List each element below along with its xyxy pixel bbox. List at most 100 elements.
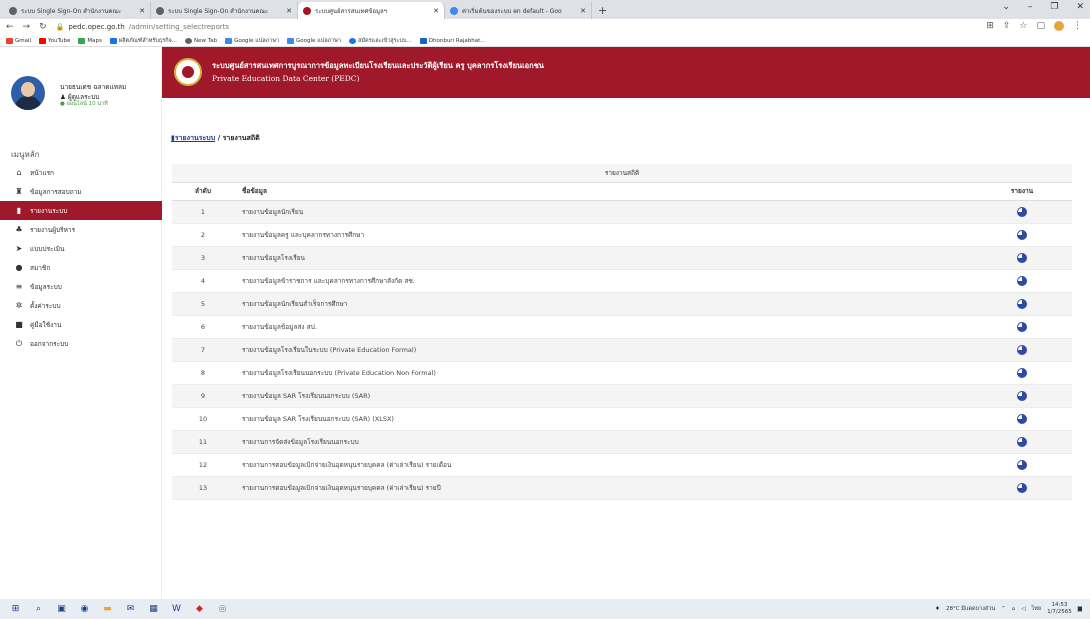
notifications-icon[interactable]: ▆ xyxy=(1078,606,1082,612)
sidebar-item[interactable]: ⌂ หน้าแรก xyxy=(0,163,162,182)
pie-chart-icon[interactable] xyxy=(1017,413,1027,424)
forward-icon[interactable]: → xyxy=(23,22,31,32)
windows-start-icon[interactable]: ⊞ xyxy=(10,604,21,615)
avatar[interactable] xyxy=(11,76,45,110)
row-number: 4 xyxy=(172,269,234,293)
sidepanel-icon[interactable]: ▢ xyxy=(1036,21,1045,31)
table-row: 13 รายงานการตอบข้อมูลเบิกจ่ายเงินอุดหนุนร… xyxy=(172,476,1072,500)
maps-icon xyxy=(78,37,86,44)
pie-chart-icon[interactable] xyxy=(1017,321,1027,332)
pie-chart-icon[interactable] xyxy=(1017,298,1027,309)
report-cell xyxy=(972,315,1072,339)
new-tab-button[interactable]: + xyxy=(592,4,613,19)
sidebar-item[interactable]: ♣ รายงานผู้บริหาร xyxy=(0,220,162,239)
network-icon[interactable]: ⌂ xyxy=(1012,606,1016,612)
sidebar-item[interactable]: ▮ รายงานระบบ xyxy=(0,201,162,220)
app-tray-icon[interactable]: ♦ xyxy=(935,606,940,612)
row-number: 8 xyxy=(172,361,234,385)
url-field[interactable]: 🔒 pedc.opec.go.th/admin/setting_selectre… xyxy=(56,23,229,31)
bookmark-item[interactable]: New Tab xyxy=(185,37,217,44)
browser-tab-strip: ระบบ Single Sign-On สำนักงานคณะ ✕ ระบบ Si… xyxy=(0,0,1090,19)
browser-tab[interactable]: ระบบ Single Sign-On สำนักงานคณะ ✕ xyxy=(151,2,298,19)
row-number: 7 xyxy=(172,338,234,362)
lock-icon: 🔒 xyxy=(55,23,65,31)
row-number: 6 xyxy=(172,315,234,339)
report-name: รายงานข้อมูลโรงเรียนนอกระบบ (Private Edu… xyxy=(234,361,972,385)
weather-widget[interactable]: 28°C มีแดดบางส่วน xyxy=(946,605,995,613)
pdf-icon[interactable]: ◆ xyxy=(194,604,205,615)
pie-chart-icon[interactable] xyxy=(1017,459,1027,470)
bookmark-item[interactable]: Gmail xyxy=(6,37,31,44)
browser-tab[interactable]: ระบบ Single Sign-On สำนักงานคณะ ✕ xyxy=(4,2,151,19)
maximize-icon[interactable]: ❐ xyxy=(1050,2,1058,12)
chrome-icon[interactable]: ◎ xyxy=(217,604,228,615)
clock[interactable]: 14:53 1/7/2565 xyxy=(1047,602,1072,616)
bookmark-item[interactable]: Maps xyxy=(78,37,102,44)
sidebar-item[interactable]: ■ คู่มือใช้งาน xyxy=(0,315,162,334)
close-tab-icon[interactable]: ✕ xyxy=(139,7,145,15)
search-icon[interactable]: ⌕ xyxy=(33,604,44,615)
minimize-icon[interactable]: – xyxy=(1028,2,1033,12)
breadcrumb-link[interactable]: ▮รายงานระบบ xyxy=(171,134,215,142)
table-caption: รายงานสถิติ xyxy=(172,164,1072,183)
bookmark-item[interactable]: ผลิตภัณฑ์สำหรับธุรกิจ... xyxy=(109,37,177,45)
word-icon[interactable]: W xyxy=(171,604,182,615)
sidebar-item[interactable]: ⏻ ออกจากระบบ xyxy=(0,334,162,353)
bookmark-item[interactable]: Google แปลภาษา xyxy=(225,37,279,45)
pie-chart-icon[interactable] xyxy=(1017,367,1027,378)
translate-icon[interactable]: ⊞ xyxy=(986,21,994,31)
report-cell xyxy=(972,246,1072,270)
system-tray: ♦ 28°C มีแดดบางส่วน ⌃ ⌂ ◁ ไทย 14:53 1/7/2… xyxy=(935,602,1082,616)
tab-search-icon[interactable]: ⌄ xyxy=(1002,2,1010,12)
mail-icon[interactable]: ✉ xyxy=(125,604,136,615)
translate-icon xyxy=(287,37,295,44)
browser-tab-active[interactable]: ระบบศูนย์สารสนเทศข้อมูลฯ ✕ xyxy=(298,2,445,19)
file-explorer-icon[interactable]: ▬ xyxy=(102,604,113,615)
pie-chart-icon[interactable] xyxy=(1017,390,1027,401)
table-row: 12 รายงานการตอบข้อมูลเบิกจ่ายเงินอุดหนุนร… xyxy=(172,453,1072,477)
bookmark-item[interactable]: Dhonburi Rajabhat... xyxy=(419,37,486,44)
sidebar-item[interactable]: ➤ แบบประเมิน xyxy=(0,239,162,258)
pie-chart-icon[interactable] xyxy=(1017,252,1027,263)
globe-icon xyxy=(349,37,357,44)
bookmark-item[interactable]: Google แปลภาษา xyxy=(287,37,341,45)
report-name: รายงานข้อมูลครู และบุคลากรทางการศึกษา xyxy=(234,223,972,247)
language-indicator[interactable]: ไทย xyxy=(1031,605,1041,613)
pie-chart-icon[interactable] xyxy=(1017,275,1027,286)
sidebar-item[interactable]: ♜ ข้อมูลการสอบถาม xyxy=(0,182,162,201)
pie-chart-icon[interactable] xyxy=(1017,344,1027,355)
close-icon[interactable]: ✕ xyxy=(1076,2,1084,12)
bookmark-item[interactable]: สมัครและเข้าสู่ระบบ... xyxy=(349,37,412,45)
back-icon[interactable]: ← xyxy=(6,22,14,32)
edge-icon[interactable]: ◉ xyxy=(79,604,90,615)
star-icon[interactable]: ☆ xyxy=(1019,21,1027,31)
menu-icon[interactable]: ⋮ xyxy=(1073,21,1082,31)
report-cell xyxy=(972,407,1072,431)
sitemap-icon: ♜ xyxy=(15,187,23,196)
volume-icon[interactable]: ◁ xyxy=(1021,606,1025,612)
sidebar-item[interactable]: ✲ ตั้งค่าระบบ xyxy=(0,296,162,315)
sidebar-item[interactable]: ≡ ข้อมูลระบบ xyxy=(0,277,162,296)
pie-chart-icon[interactable] xyxy=(1017,436,1027,447)
close-tab-icon[interactable]: ✕ xyxy=(286,7,292,15)
browser-tab[interactable]: ค่าเริ่มต้นของระบบ en default - Goo ✕ xyxy=(445,2,592,19)
chevron-up-icon[interactable]: ⌃ xyxy=(1001,606,1006,612)
sidebar-item[interactable]: ● สมาชิก xyxy=(0,258,162,277)
reload-icon[interactable]: ↻ xyxy=(39,22,47,32)
table-row: 4 รายงานข้อมูลข้าราชการ และบุคลากรทางการศ… xyxy=(172,269,1072,293)
close-tab-icon[interactable]: ✕ xyxy=(580,7,586,15)
row-number: 11 xyxy=(172,430,234,454)
pie-chart-icon[interactable] xyxy=(1017,206,1027,217)
close-tab-icon[interactable]: ✕ xyxy=(433,7,439,15)
bookmark-item[interactable]: YouTube xyxy=(39,37,70,44)
share-icon[interactable]: ⇪ xyxy=(1003,21,1011,31)
row-number: 12 xyxy=(172,453,234,477)
task-view-icon[interactable]: ▣ xyxy=(56,604,67,615)
store-icon[interactable]: ▦ xyxy=(148,604,159,615)
pie-chart-icon[interactable] xyxy=(1017,482,1027,493)
google-icon xyxy=(450,6,458,15)
sidebar-item-label: คู่มือใช้งาน xyxy=(30,320,62,329)
user-icon: ● xyxy=(15,263,23,272)
pie-chart-icon[interactable] xyxy=(1017,229,1027,240)
profile-icon[interactable] xyxy=(1054,21,1064,31)
